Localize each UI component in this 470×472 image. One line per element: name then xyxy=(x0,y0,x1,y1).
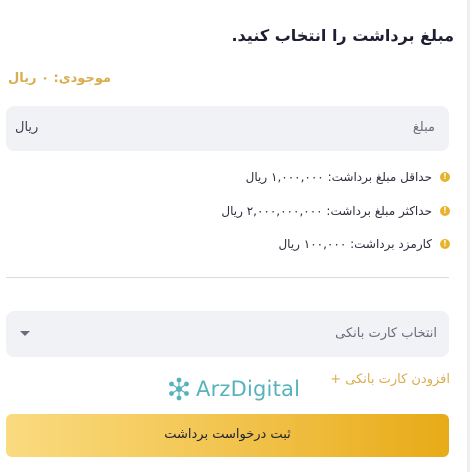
balance-label: موجودی: ۰ ریال xyxy=(8,71,112,86)
bank-card-select-label: انتخاب کارت بانکی xyxy=(335,326,437,341)
submit-withdrawal-label: ثبت درخواست برداشت xyxy=(164,427,291,442)
watermark-logo: ArzDigital xyxy=(166,376,300,402)
info-icon: ! xyxy=(440,172,450,182)
watermark-text: ArzDigital xyxy=(196,377,301,401)
info-text: حداقل مبلغ برداشت: ۱,۰۰۰,۰۰۰ ریال xyxy=(245,170,432,184)
amount-unit-label: ریال xyxy=(15,120,39,135)
chevron-down-icon xyxy=(20,331,30,336)
withdraw-form: مبلغ برداشت را انتخاب کنید. موجودی: ۰ ری… xyxy=(0,0,470,472)
info-withdrawal-fee: ! کارمزد برداشت: ۱۰۰,۰۰۰ ریال xyxy=(278,235,450,253)
logo-icon xyxy=(169,377,189,401)
info-min-withdrawal: ! حداقل مبلغ برداشت: ۱,۰۰۰,۰۰۰ ریال xyxy=(246,168,450,186)
info-text: کارمزد برداشت: ۱۰۰,۰۰۰ ریال xyxy=(278,237,432,251)
amount-input[interactable]: مبلغ ریال xyxy=(6,106,449,151)
divider xyxy=(6,277,449,278)
submit-withdrawal-button[interactable]: ثبت درخواست برداشت xyxy=(6,414,449,457)
amount-placeholder: مبلغ xyxy=(412,120,435,135)
info-icon: ! xyxy=(440,206,450,216)
info-text: حداکثر مبلغ برداشت: ۲,۰۰۰,۰۰۰,۰۰۰ ریال xyxy=(221,204,432,218)
form-title: مبلغ برداشت را انتخاب کنید. xyxy=(231,26,454,45)
bank-card-select[interactable]: انتخاب کارت بانکی xyxy=(6,311,449,357)
info-max-withdrawal: ! حداکثر مبلغ برداشت: ۲,۰۰۰,۰۰۰,۰۰۰ ریال xyxy=(221,202,450,220)
info-icon: ! xyxy=(440,239,450,249)
add-bank-card-link[interactable]: افزودن کارت بانکی + xyxy=(330,372,450,387)
